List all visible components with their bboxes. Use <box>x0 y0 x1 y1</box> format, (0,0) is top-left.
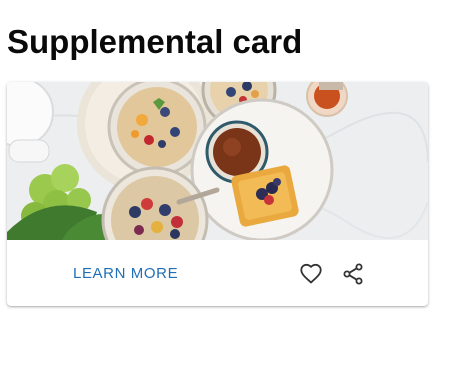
share-button[interactable] <box>338 259 368 289</box>
heart-outline-icon <box>300 263 322 284</box>
learn-more-button[interactable]: LEARN MORE <box>61 256 190 292</box>
card-actions: LEARN MORE <box>7 240 428 306</box>
share-icon <box>343 263 363 285</box>
favorite-button[interactable] <box>296 259 326 289</box>
page-title: Supplemental card <box>7 23 303 60</box>
card-media-image <box>7 82 428 240</box>
supplemental-card: LEARN MORE <box>7 82 428 306</box>
